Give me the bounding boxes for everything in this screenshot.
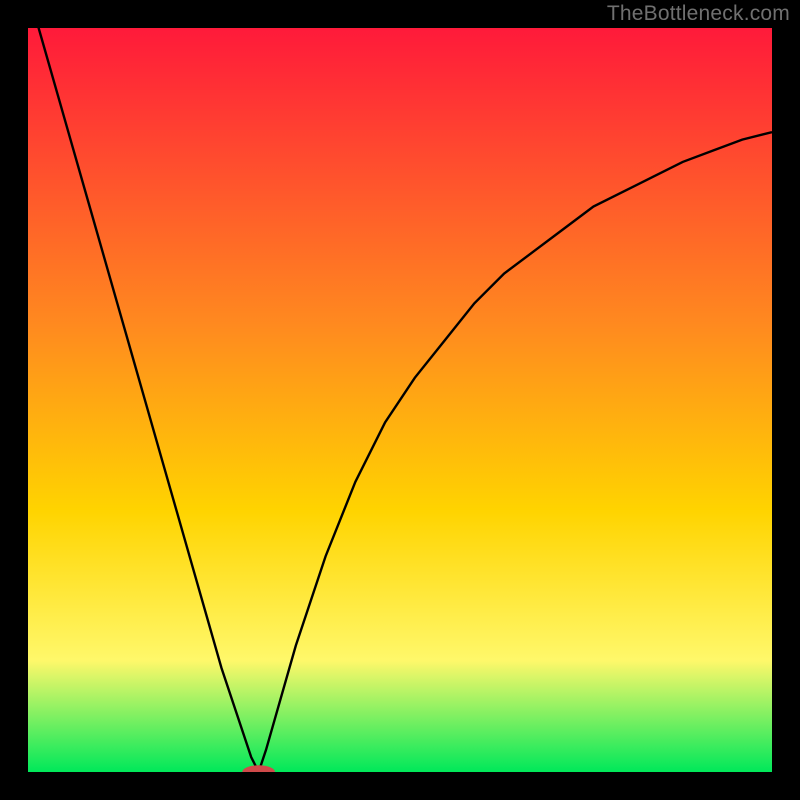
bottleneck-chart [28, 28, 772, 772]
watermark-text: TheBottleneck.com [607, 2, 790, 26]
chart-frame [28, 28, 772, 772]
